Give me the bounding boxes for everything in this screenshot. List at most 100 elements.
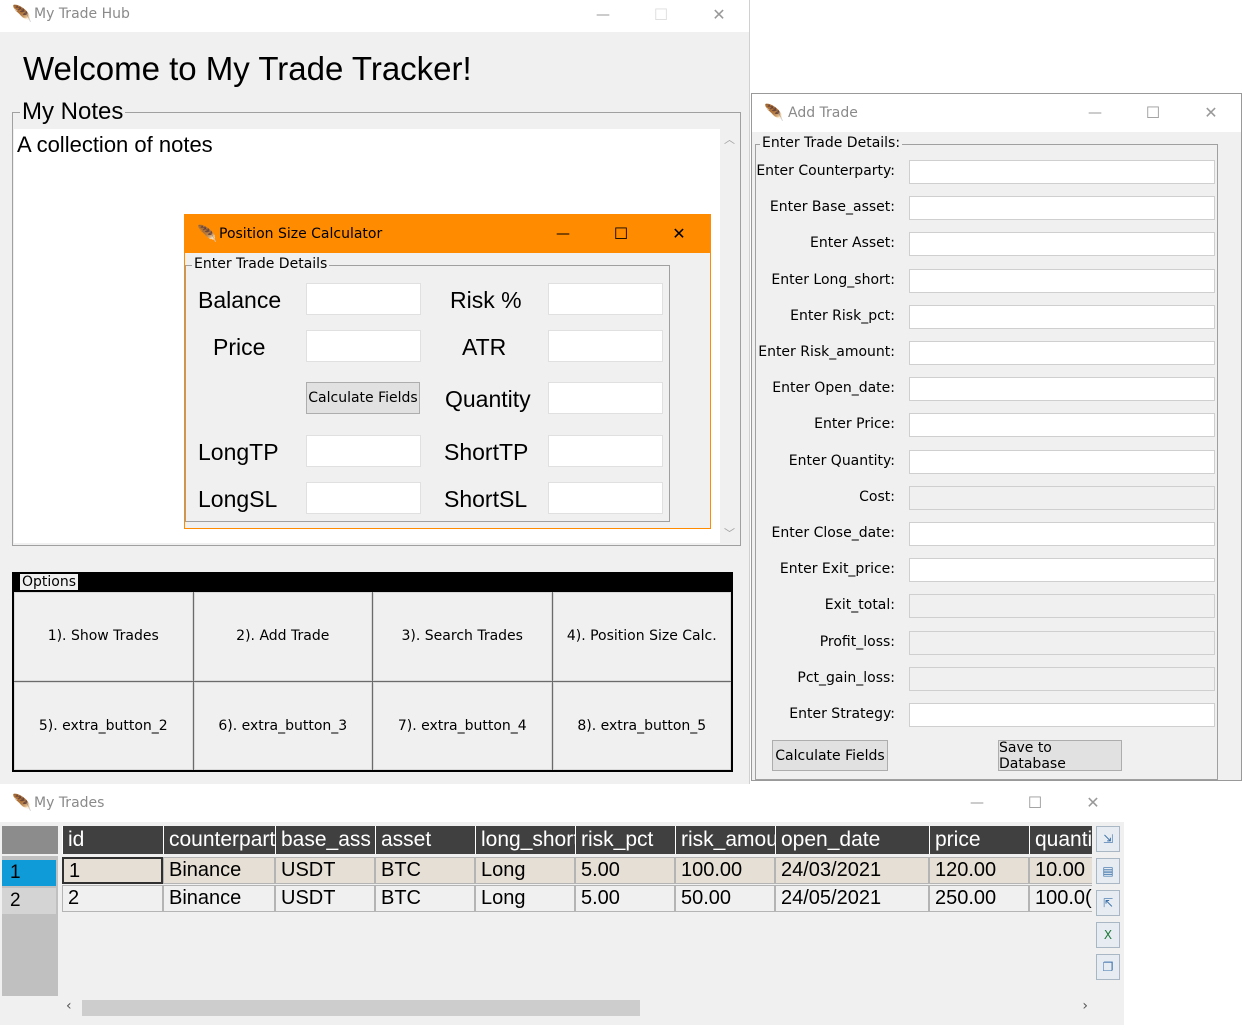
table-cell[interactable]: BTC [375,885,475,912]
scrollbar-thumb[interactable] [82,1000,640,1016]
price-input[interactable] [306,330,421,362]
column-header-price[interactable]: price [929,826,1029,854]
column-header-asset[interactable]: asset [375,826,475,854]
table-cell[interactable]: BTC [375,857,475,884]
table-cell[interactable]: 250.00 [929,885,1029,912]
risk-input[interactable] [548,283,663,315]
scroll-right-icon[interactable]: › [1082,998,1088,1014]
row-header-2[interactable]: 2 [2,888,56,914]
trade-field-label: Exit_total: [824,597,895,613]
column-header-base_ass[interactable]: base_ass [275,826,375,854]
hub-titlebar[interactable]: 🪶 My Trade Hub — ☐ ✕ [0,0,749,32]
shorttp-input[interactable] [548,435,663,467]
horizontal-scrollbar[interactable]: ‹ › [62,997,1092,1019]
scroll-down-icon[interactable]: ﹀ [724,525,735,541]
minimize-button[interactable]: — [580,0,626,30]
scroll-left-icon[interactable]: ‹ [66,998,72,1014]
table-cell[interactable]: 5.00 [575,885,675,912]
calculate-fields-button[interactable]: Calculate Fields [772,740,888,771]
maximize-button[interactable]: ☐ [598,215,644,253]
trade-field-label: Enter Long_short: [771,272,895,288]
notes-scrollbar[interactable]: ︿ ﹀ [720,129,739,543]
table-cell[interactable]: USDT [275,857,375,884]
show-trades-button[interactable]: 1). Show Trades [14,592,193,681]
table-cell[interactable]: Binance [163,857,275,884]
balance-input[interactable] [306,283,421,315]
extra-button-3[interactable]: 6). extra_button_3 [193,681,372,770]
column-header-id[interactable]: id [62,826,163,854]
trade-field-input[interactable] [909,522,1215,546]
table-cell[interactable]: 100.00 [675,857,775,884]
calc-titlebar[interactable]: 🪶 Position Size Calculator — ☐ ✕ [185,215,710,253]
trade-field-input[interactable] [909,305,1215,329]
table-cell[interactable]: 24/05/2021 [775,885,929,912]
table-cell[interactable]: 24/03/2021 [775,857,929,884]
trade-field-input[interactable] [909,160,1215,184]
table-cell[interactable]: 5.00 [575,857,675,884]
trade-field-input[interactable] [909,269,1215,293]
maximize-button[interactable]: ☐ [638,0,684,30]
column-header-open_date[interactable]: open_date [775,826,929,854]
trade-field-input[interactable] [909,413,1215,437]
add-trade-window: 🪶 Add Trade — ☐ ✕ Enter Trade Details: E… [751,93,1242,781]
scroll-up-icon[interactable]: ︿ [724,131,735,147]
table-cell[interactable]: Long [475,857,575,884]
calculate-fields-button[interactable]: Calculate Fields [306,382,420,414]
add-trade-titlebar[interactable]: 🪶 Add Trade — ☐ ✕ [752,94,1241,132]
copy-icon[interactable]: ❐ [1096,954,1120,980]
trade-field-row: Pct_gain_loss: [755,667,1235,693]
table-cell[interactable]: 10.00 [1029,857,1092,884]
import-icon[interactable]: ⇲ [1096,826,1120,852]
table-corner[interactable] [2,826,58,854]
table-cell[interactable]: USDT [275,885,375,912]
excel-icon[interactable]: X [1096,922,1120,948]
minimize-button[interactable]: — [954,784,1000,822]
trade-field-input[interactable] [909,450,1215,474]
quantity-input[interactable] [548,382,663,414]
longsl-input[interactable] [306,482,421,514]
minimize-button[interactable]: — [1072,94,1118,132]
export-icon[interactable]: ⇱ [1096,890,1120,916]
column-header-quanti[interactable]: quanti [1029,826,1092,854]
longtp-input[interactable] [306,435,421,467]
table-cell[interactable]: 1 [62,857,163,884]
position-size-calc-button[interactable]: 4). Position Size Calc. [552,592,731,681]
minimize-button[interactable]: — [540,215,586,253]
column-header-risk_amou[interactable]: risk_amou [675,826,775,854]
column-header-long_short[interactable]: long_short [475,826,575,854]
trade-field-input[interactable] [909,703,1215,727]
trade-field-input[interactable] [909,558,1215,582]
notes-legend: My Notes [20,98,126,126]
close-button[interactable]: ✕ [1188,94,1234,132]
trade-field-row: Enter Strategy: [755,703,1235,729]
trade-field-input[interactable] [909,232,1215,256]
close-button[interactable]: ✕ [1070,784,1116,822]
table-cell[interactable]: 120.00 [929,857,1029,884]
atr-input[interactable] [548,330,663,362]
trade-field-input[interactable] [909,377,1215,401]
maximize-button[interactable]: ☐ [1012,784,1058,822]
table-cell[interactable]: 50.00 [675,885,775,912]
extra-button-4[interactable]: 7). extra_button_4 [373,681,552,770]
save-icon[interactable]: ▤ [1096,858,1120,884]
save-to-database-button[interactable]: Save to Database [998,740,1122,772]
trade-field-input[interactable] [909,196,1215,220]
extra-button-5[interactable]: 8). extra_button_5 [552,681,731,770]
add-trade-button[interactable]: 2). Add Trade [193,592,372,681]
table-cell[interactable]: 2 [62,885,163,912]
extra-button-2[interactable]: 5). extra_button_2 [14,681,193,770]
table-cell[interactable]: 100.0( [1029,885,1092,912]
shortsl-input[interactable] [548,482,663,514]
close-button[interactable]: ✕ [656,215,702,253]
column-header-counterpart[interactable]: counterpart [163,826,275,854]
close-button[interactable]: ✕ [696,0,742,30]
column-header-risk_pct[interactable]: risk_pct [575,826,675,854]
trade-field-row: Profit_loss: [755,631,1235,657]
trade-field-input[interactable] [909,341,1215,365]
maximize-button[interactable]: ☐ [1130,94,1176,132]
table-cell[interactable]: Long [475,885,575,912]
row-header-1[interactable]: 1 [2,860,56,886]
trades-titlebar[interactable]: 🪶 My Trades — ☐ ✕ [0,784,1124,822]
table-cell[interactable]: Binance [163,885,275,912]
search-trades-button[interactable]: 3). Search Trades [373,592,552,681]
